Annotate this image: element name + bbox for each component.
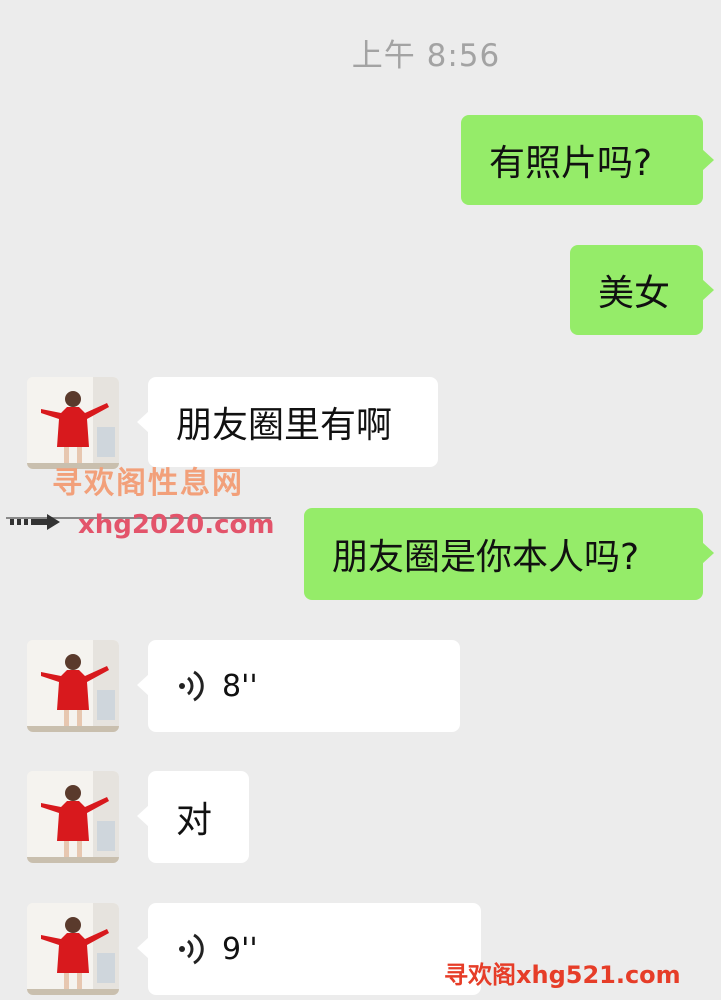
avatar-photo-icon — [27, 377, 119, 469]
voice-message[interactable]: 9'' — [137, 903, 481, 995]
avatar[interactable] — [27, 377, 119, 469]
message-outgoing[interactable]: 美女 — [570, 245, 714, 335]
avatar[interactable] — [27, 771, 119, 863]
watermark-site-url: xhg2020.com — [78, 510, 275, 540]
avatar-photo-icon — [27, 771, 119, 863]
message-incoming[interactable]: 对 — [137, 771, 249, 863]
message-text: 朋友圈里有啊 — [176, 405, 393, 446]
voice-wave-icon — [179, 933, 204, 965]
message-outgoing[interactable]: 有照片吗? — [461, 115, 714, 205]
arrow-right-icon — [10, 514, 60, 530]
avatar[interactable] — [27, 903, 119, 995]
watermark-bottom: 寻欢阁xhg521.com — [444, 961, 681, 989]
avatar-photo-icon — [27, 640, 119, 732]
message-text: 美女 — [598, 273, 671, 314]
message-text: 对 — [176, 800, 213, 841]
message-incoming[interactable]: 朋友圈里有啊 — [137, 377, 438, 467]
watermark-site-name: 寻欢阁性息网 — [52, 466, 244, 501]
message-text: 有照片吗? — [489, 143, 653, 184]
voice-duration: 9'' — [222, 931, 258, 967]
avatar-photo-icon — [27, 903, 119, 995]
voice-message[interactable]: 8'' — [137, 640, 460, 732]
avatar[interactable] — [27, 640, 119, 732]
voice-wave-icon — [179, 670, 204, 702]
timestamp: 上午 8:56 — [351, 38, 501, 74]
voice-message-content: 9'' — [178, 932, 258, 967]
voice-duration: 8'' — [222, 668, 258, 704]
voice-message-content: 8'' — [178, 669, 258, 704]
message-outgoing[interactable]: 朋友圈是你本人吗? — [304, 508, 714, 600]
message-text: 朋友圈是你本人吗? — [332, 537, 640, 578]
